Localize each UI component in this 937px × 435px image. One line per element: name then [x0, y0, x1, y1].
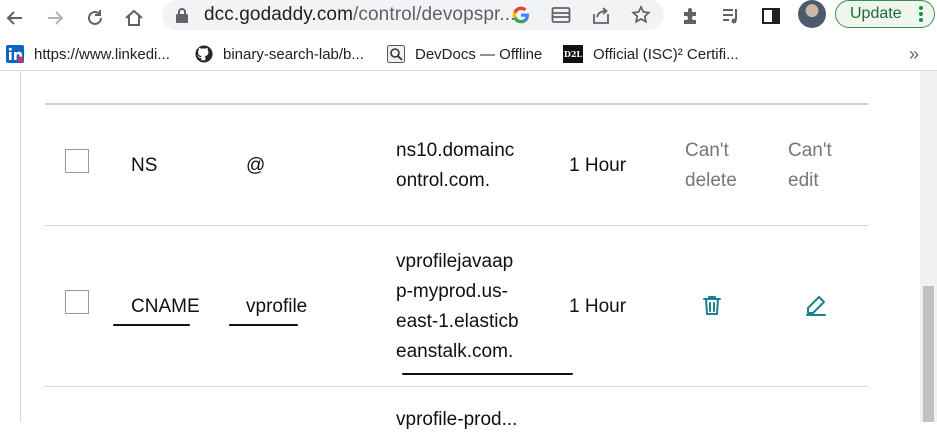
more-menu-icon[interactable]: [919, 6, 923, 24]
record-value: ns10.domainc ontrol.com.: [396, 136, 514, 196]
record-value-line: ontrol.com.: [396, 170, 490, 191]
cant-delete-line: Can't: [685, 140, 729, 161]
linkedin-icon: [6, 45, 24, 63]
handwritten-underline: [113, 324, 190, 326]
page-left-border: [20, 71, 21, 422]
lock-icon[interactable]: [170, 3, 194, 27]
google-icon[interactable]: [509, 3, 533, 27]
dns-records-page: NS @ ns10.domainc ontrol.com. 1 Hour Can…: [0, 71, 937, 430]
bookmarks-bar: https://www.linkedi... binary-search-lab…: [0, 40, 937, 71]
url-host: dcc.godaddy.com: [204, 4, 354, 25]
update-label: Update: [850, 5, 902, 22]
home-button[interactable]: [119, 3, 149, 33]
extensions-icon[interactable]: [678, 3, 704, 29]
bookmark-label: binary-search-lab/b...: [223, 45, 364, 63]
arrow-left-icon: [6, 11, 22, 25]
forward-button[interactable]: [40, 3, 70, 33]
reader-mode-icon[interactable]: [549, 3, 573, 27]
bookmark-label: https://www.linkedi...: [34, 45, 170, 63]
side-panel-icon[interactable]: [758, 3, 784, 29]
record-type: NS: [131, 155, 158, 176]
delete-button[interactable]: [700, 293, 726, 319]
record-value-partial: vprofile-prod...: [396, 409, 518, 430]
browser-toolbar: dcc.godaddy.com/control/devopspr... Upda…: [0, 0, 937, 40]
cant-edit-line: edit: [788, 170, 819, 191]
arrow-right-icon: [48, 11, 64, 25]
address-bar[interactable]: dcc.godaddy.com/control/devopspr...: [162, 0, 664, 30]
bookmark-star-icon[interactable]: [629, 3, 653, 27]
cant-delete-line: delete: [685, 170, 737, 191]
record-value-line: east-1.elasticb: [396, 311, 519, 332]
url-text[interactable]: dcc.godaddy.com/control/devopspr...: [204, 4, 516, 26]
handwritten-underline: [229, 324, 298, 326]
update-button[interactable]: Update: [835, 0, 935, 28]
row-select-checkbox[interactable]: [65, 290, 89, 314]
bookmark-label: DevDocs — Offline: [415, 45, 543, 63]
cant-delete-text: Can't delete: [685, 136, 737, 196]
row-divider: [45, 386, 868, 387]
vertical-scrollbar[interactable]: [920, 71, 937, 422]
record-ttl: 1 Hour: [569, 296, 627, 317]
record-type: CNAME: [131, 296, 200, 317]
d2l-icon: D2L: [563, 45, 583, 63]
bookmark-label: Official (ISC)² Certifi...: [593, 45, 739, 63]
profile-avatar[interactable]: [798, 0, 826, 28]
row-divider: [45, 225, 868, 226]
record-value-line: eanstalk.com.: [396, 341, 514, 362]
cant-edit-text: Can't edit: [788, 136, 832, 196]
bookmark-github[interactable]: binary-search-lab/b...: [195, 42, 364, 66]
home-icon: [125, 9, 143, 26]
handwritten-underline: [402, 373, 573, 375]
record-value-line: vprofilejavaap: [396, 251, 514, 272]
row-select-checkbox[interactable]: [65, 149, 89, 173]
back-button[interactable]: [0, 3, 30, 33]
pencil-icon: [806, 296, 826, 316]
record-value-line: p-myprod.us-: [396, 281, 508, 302]
share-icon[interactable]: [589, 3, 613, 27]
devdocs-icon: [387, 45, 405, 63]
record-name: vprofile: [246, 296, 308, 317]
github-icon: [195, 45, 213, 63]
record-value: vprofilejavaap p-myprod.us- east-1.elast…: [396, 247, 519, 367]
record-name: @: [246, 155, 266, 176]
cant-edit-line: Can't: [788, 140, 832, 161]
bookmarks-overflow-button[interactable]: »: [909, 44, 919, 65]
bookmark-devdocs[interactable]: DevDocs — Offline: [387, 42, 542, 66]
trash-icon: [703, 296, 721, 315]
url-path: /control/devopspr...: [353, 4, 516, 25]
media-control-icon[interactable]: [718, 3, 744, 29]
record-ttl: 1 Hour: [569, 155, 627, 176]
reload-button[interactable]: [80, 3, 110, 33]
record-value-line: ns10.domainc: [396, 140, 515, 161]
bookmark-isc2[interactable]: D2L Official (ISC)² Certifi...: [563, 42, 739, 66]
table-header-divider: [45, 103, 868, 105]
edit-button[interactable]: [804, 293, 830, 319]
bookmark-linkedin[interactable]: https://www.linkedi...: [6, 42, 170, 66]
reload-icon: [88, 10, 102, 25]
scrollbar-thumb[interactable]: [923, 286, 934, 422]
